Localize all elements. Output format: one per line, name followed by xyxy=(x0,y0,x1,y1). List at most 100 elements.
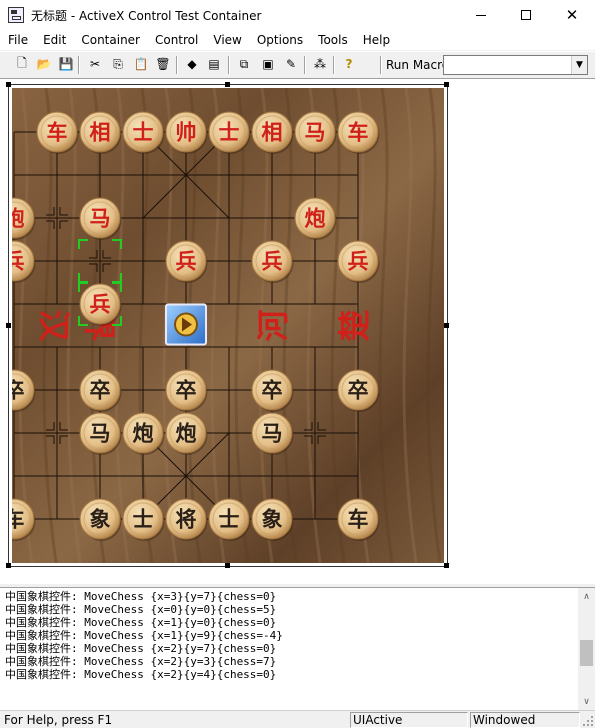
piece-label: 士 xyxy=(219,121,240,145)
piece-label: 兵 xyxy=(90,293,111,317)
new-icon[interactable]: 🗋 xyxy=(13,55,31,73)
chess-board[interactable]: 汉界河楚 车相士帅士相马车炮马炮兵兵兵兵兵卒卒卒卒卒马炮炮马车象士将士象车 xyxy=(12,88,444,563)
maximize-button[interactable] xyxy=(503,0,549,30)
piece-label: 卒 xyxy=(12,379,25,403)
log-line: 中国象棋控件: MoveChess {x=2}{y=4}{chess=0} xyxy=(5,668,277,681)
resize-handle[interactable] xyxy=(444,82,449,87)
log-line: 中国象棋控件: MoveChess {x=0}{y=0}{chess=5} xyxy=(5,603,277,616)
menu-bar: File Edit Container Control View Options Tools… xyxy=(0,30,595,50)
resize-grip-icon[interactable] xyxy=(582,715,594,727)
menu-tools[interactable]: Tools xyxy=(310,30,355,50)
piece-label: 相 xyxy=(262,121,283,145)
window-title: 无标题 - ActiveX Control Test Container xyxy=(31,9,262,23)
save-icon[interactable]: 💾 xyxy=(57,55,75,73)
status-ui-state: UIActive xyxy=(350,712,468,728)
piece-label: 士 xyxy=(133,121,154,145)
toolbar-separator xyxy=(304,56,306,74)
piece-label: 帅 xyxy=(176,121,197,145)
piece-label: 炮 xyxy=(133,422,154,446)
open-icon[interactable]: 📂 xyxy=(35,55,53,73)
maximize-icon xyxy=(521,10,531,20)
menu-view[interactable]: View xyxy=(205,30,248,50)
status-help-text: For Help, press F1 xyxy=(4,713,113,727)
draw-metafile-icon[interactable]: ▣ xyxy=(259,55,277,73)
piece-label: 马 xyxy=(90,207,111,231)
macros-icon[interactable]: ✎ xyxy=(282,55,300,73)
piece-label: 相 xyxy=(90,121,111,145)
cut-icon[interactable]: ✂ xyxy=(86,55,104,73)
piece-label: 马 xyxy=(90,422,111,446)
copy-icon[interactable]: ⎘ xyxy=(109,55,127,73)
piece-label: 兵 xyxy=(262,250,283,274)
piece-label: 马 xyxy=(305,121,326,145)
help-icon[interactable]: ? xyxy=(340,55,358,73)
resize-handle[interactable] xyxy=(6,323,11,328)
scroll-thumb[interactable] xyxy=(580,640,593,666)
piece-label: 马 xyxy=(262,422,283,446)
run-macro-select[interactable]: ▼ xyxy=(443,55,588,75)
piece-label: 炮 xyxy=(12,207,25,231)
piece-label: 象 xyxy=(262,508,283,532)
toolbar-separator xyxy=(333,56,335,74)
river-label: 河 xyxy=(254,309,292,341)
close-button[interactable]: ✕ xyxy=(549,0,595,30)
app-window: 无标题 - ActiveX Control Test Container ✕ F… xyxy=(0,0,595,728)
delete-icon[interactable]: 🗑 xyxy=(154,55,172,73)
piece-label: 兵 xyxy=(176,250,197,274)
piece-label: 象 xyxy=(90,508,111,532)
toolbar-separator xyxy=(176,56,178,74)
piece-label: 卒 xyxy=(90,379,111,403)
piece-label: 卒 xyxy=(262,379,283,403)
log-scrollbar[interactable]: ∧ ∨ xyxy=(578,588,595,710)
resize-handle[interactable] xyxy=(444,563,449,568)
piece-label: 车 xyxy=(348,508,369,532)
river-label: 楚 xyxy=(336,309,374,341)
events-icon[interactable]: ⁂ xyxy=(311,55,329,73)
toolbar-separator xyxy=(78,56,80,74)
status-window-mode: Windowed xyxy=(470,712,580,728)
menu-edit[interactable]: Edit xyxy=(35,30,73,50)
insert-control-icon[interactable]: ◆ xyxy=(183,55,201,73)
properties-icon[interactable]: ▤ xyxy=(205,55,223,73)
toolbar-separator xyxy=(228,56,230,74)
container-area[interactable]: 汉界河楚 车相士帅士相马车炮马炮兵兵兵兵兵卒卒卒卒卒马炮炮马车象士将士象车 xyxy=(0,78,595,584)
chevron-down-icon[interactable]: ▼ xyxy=(571,56,587,74)
log-line: 中国象棋控件: MoveChess {x=2}{y=7}{chess=0} xyxy=(5,642,277,655)
output-log[interactable]: 中国象棋控件: MoveChess {x=3}{y=7}{chess=0} 中国象… xyxy=(0,588,595,710)
piece-label: 炮 xyxy=(176,422,197,446)
invoke-methods-icon[interactable]: ⧉ xyxy=(235,55,253,73)
piece-label: 将 xyxy=(176,508,197,532)
menu-options[interactable]: Options xyxy=(249,30,310,50)
scroll-down-icon[interactable]: ∨ xyxy=(578,693,595,710)
status-bar: For Help, press F1 UIActive Windowed xyxy=(0,710,595,728)
piece-label: 炮 xyxy=(305,207,326,231)
log-line: 中国象棋控件: MoveChess {x=3}{y=7}{chess=0} xyxy=(5,590,277,603)
resize-handle[interactable] xyxy=(225,563,230,568)
board-background xyxy=(12,88,444,563)
toolbar: 🗋 📂 💾 ✂ ⎘ 📋 🗑 ◆ ▤ ⧉ ▣ ✎ ⁂? Run Macro: ▼ xyxy=(0,51,595,77)
menu-container[interactable]: Container xyxy=(73,30,147,50)
piece-label: 士 xyxy=(133,508,154,532)
minimize-button[interactable] xyxy=(458,0,504,30)
piece-label: 车 xyxy=(348,121,369,145)
resize-handle[interactable] xyxy=(6,82,11,87)
menu-control[interactable]: Control xyxy=(147,30,205,50)
river-label: 汉 xyxy=(35,309,73,342)
piece-label: 兵 xyxy=(348,250,369,274)
resize-handle[interactable] xyxy=(444,323,449,328)
resize-handle[interactable] xyxy=(225,82,230,87)
menu-file[interactable]: File xyxy=(0,30,35,50)
log-line: 中国象棋控件: MoveChess {x=1}{y=0}{chess=0} xyxy=(5,616,277,629)
piece-label: 士 xyxy=(219,508,240,532)
menu-help[interactable]: Help xyxy=(355,30,397,50)
app-icon[interactable] xyxy=(8,7,24,23)
paste-icon[interactable]: 📋 xyxy=(132,55,150,73)
minimize-icon xyxy=(476,14,486,16)
title-bar[interactable]: 无标题 - ActiveX Control Test Container ✕ xyxy=(0,0,595,30)
chess-control-frame[interactable]: 汉界河楚 车相士帅士相马车炮马炮兵兵兵兵兵卒卒卒卒卒马炮炮马车象士将士象车 xyxy=(6,82,449,568)
piece-label: 卒 xyxy=(348,379,369,403)
scroll-up-icon[interactable]: ∧ xyxy=(578,588,595,605)
log-line: 中国象棋控件: MoveChess {x=2}{y=3}{chess=7} xyxy=(5,655,277,668)
resize-handle[interactable] xyxy=(6,563,11,568)
log-lines: 中国象棋控件: MoveChess {x=3}{y=7}{chess=0} 中国象… xyxy=(5,590,283,681)
